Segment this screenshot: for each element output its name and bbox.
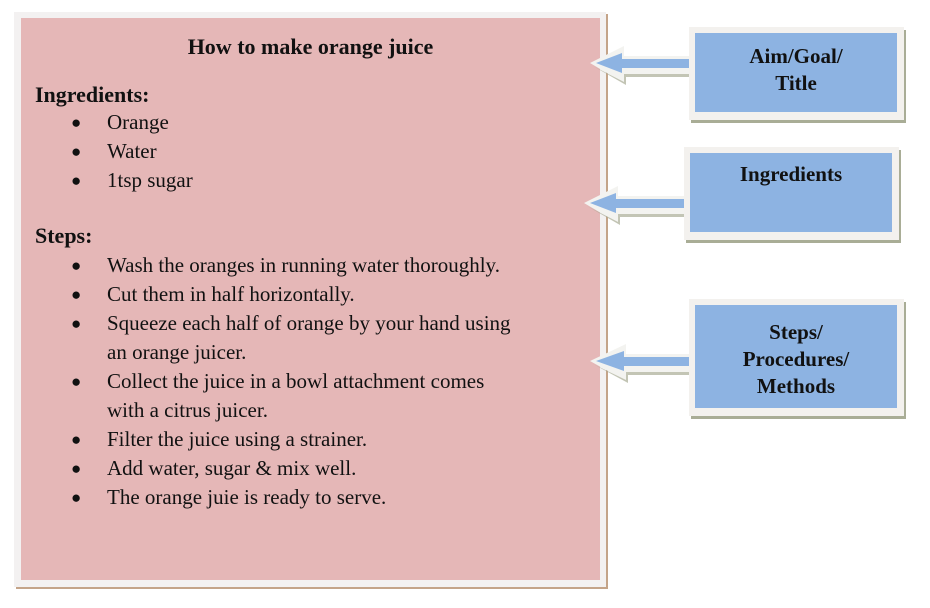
label-panel-ingredients: Ingredients — [690, 153, 892, 232]
bullet-icon: ● — [71, 488, 82, 507]
bullet-icon: ● — [71, 372, 82, 391]
ingredients-list: ● Orange ● Water ● 1tsp sugar — [21, 108, 600, 195]
arrow-left-icon — [590, 344, 690, 383]
arrow-left-icon — [590, 46, 690, 85]
ingredient-item: ● Orange — [21, 108, 600, 137]
recipe-card: How to make orange juice Ingredients: ● O… — [14, 12, 606, 587]
label-box-steps: Steps/ Procedures/ Methods — [689, 299, 904, 416]
recipe-panel: How to make orange juice Ingredients: ● O… — [21, 18, 600, 580]
label-box-aim: Aim/Goal/ Title — [689, 27, 904, 120]
step-item: ● Squeeze each half of orange by your han… — [71, 311, 511, 364]
label-panel-steps: Steps/ Procedures/ Methods — [695, 305, 897, 408]
steps-list: ● Wash the oranges in running water thoro… — [21, 251, 600, 512]
bullet-icon: ● — [71, 142, 82, 161]
steps-heading: Steps: — [35, 223, 93, 248]
bullet-icon: ● — [71, 171, 82, 190]
label-panel-aim: Aim/Goal/ Title — [695, 33, 897, 112]
label-box-ingredients: Ingredients — [684, 147, 899, 240]
bullet-icon: ● — [71, 113, 82, 132]
bullet-icon: ● — [71, 430, 82, 449]
bullet-icon: ● — [71, 256, 82, 275]
recipe-title: How to make orange juice — [187, 34, 434, 59]
bullet-icon: ● — [71, 459, 82, 478]
step-item: ● The orange juie is ready to serve. — [21, 483, 600, 512]
bullet-icon: ● — [71, 285, 82, 304]
step-item: ● Wash the oranges in running water thoro… — [21, 251, 600, 280]
bullet-icon: ● — [71, 314, 82, 333]
step-item: ● Cut them in half horizontally. — [21, 280, 600, 309]
arrow-left-icon — [584, 186, 684, 225]
step-item: ● Collect the juice in a bowl attachment … — [71, 369, 485, 422]
ingredient-item: ● Water — [21, 137, 600, 166]
step-item: ● Add water, sugar & mix well. — [21, 454, 600, 483]
ingredient-item: ● 1tsp sugar — [21, 166, 600, 195]
ingredients-heading: Ingredients: — [35, 82, 150, 107]
step-item: ● Filter the juice using a strainer. — [21, 425, 600, 454]
